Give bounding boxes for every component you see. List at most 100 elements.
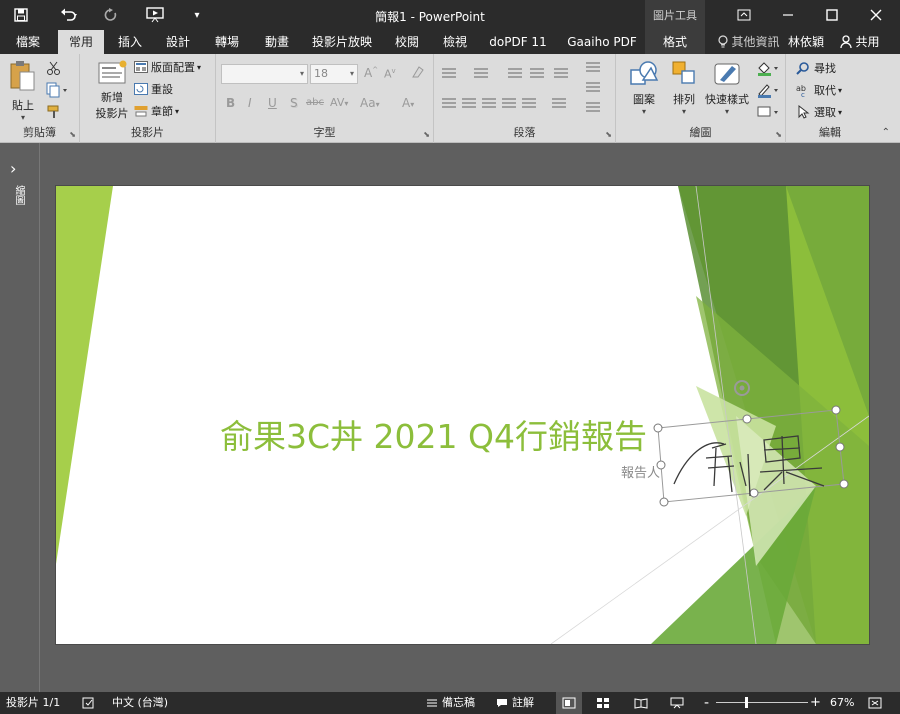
tab-home[interactable]: 常用 [58,30,104,54]
present-from-start-icon[interactable] [140,0,170,30]
strikethrough-button[interactable]: abc [306,97,324,108]
expand-thumbnails-icon[interactable]: › [10,159,16,178]
slide-subtitle[interactable]: 報告人 [621,462,660,481]
resize-handle-bottom[interactable] [749,488,759,498]
reading-view-button[interactable] [634,692,648,714]
shrink-font-button[interactable]: Av [384,67,396,81]
resize-handle-tr[interactable] [831,405,841,415]
reset-button[interactable]: 重設 [134,81,173,97]
thumbnails-label: 縮圖 [13,185,24,205]
share-button[interactable]: 共用 [834,30,886,54]
font-launcher-icon[interactable]: ⬊ [423,130,430,139]
spelling-check-icon[interactable] [82,692,96,714]
tell-me-box[interactable]: 其他資訊 [712,30,786,54]
bullets-icon[interactable] [442,68,456,80]
grow-font-button[interactable]: A^ [364,66,378,80]
layout-button[interactable]: 版面配置 ▾ [134,59,201,75]
resize-handle-tl[interactable] [653,423,663,433]
user-name[interactable]: 林依穎 [786,30,826,54]
tab-format[interactable]: 格式 [645,30,705,54]
distributed-icon[interactable] [522,98,536,110]
justify-icon[interactable] [502,98,516,110]
zoom-percent[interactable]: 67% [830,692,854,714]
shape-fill-button[interactable] [756,60,780,76]
tab-file[interactable]: 檔案 [6,30,50,54]
slide-count[interactable]: 投影片 1/1 [6,692,60,714]
clipboard-launcher-icon[interactable]: ⬊ [69,130,76,139]
normal-view-button[interactable] [556,692,582,714]
comments-button[interactable]: 註解 [496,692,534,714]
find-button[interactable]: 尋找 [796,60,836,76]
numbering-icon[interactable] [474,68,488,80]
slide-title[interactable]: 俞果3C丼 2021 Q4行銷報告 [220,410,647,458]
resize-handle-br[interactable] [839,479,849,489]
ribbon-display-options-icon[interactable] [722,0,766,30]
character-spacing-button[interactable]: AV▾ [330,96,348,109]
slide-canvas[interactable]: 俞果3C丼 2021 Q4行銷報告 報告人 [56,186,869,644]
font-size-combo[interactable]: 18 ▾ [310,64,358,84]
underline-button[interactable]: U [268,96,277,110]
tab-dopdf[interactable]: doPDF 11 [484,30,552,54]
resize-handle-top[interactable] [742,414,752,424]
replace-button[interactable]: ab c 取代 ▾ [796,82,842,98]
drawing-launcher-icon[interactable]: ⬊ [775,130,782,139]
slideshow-button[interactable] [670,692,684,714]
italic-button[interactable]: I [248,96,252,110]
quick-styles-button[interactable]: 快速樣式 ▾ [702,60,752,116]
align-text-icon[interactable] [586,82,600,94]
save-icon[interactable] [6,0,36,30]
section-button[interactable]: 章節 ▾ [134,103,179,119]
paste-button[interactable]: 貼上 ▾ [8,60,38,122]
format-painter-button[interactable] [46,104,62,120]
shapes-button[interactable]: 圖案 ▾ [624,60,664,116]
text-direction-icon[interactable] [586,62,600,74]
cut-button[interactable] [46,60,62,76]
zoom-in-button[interactable]: + [810,692,821,714]
tab-gaaiho-pdf[interactable]: Gaaiho PDF [560,30,644,54]
slide-sorter-button[interactable] [596,692,610,714]
change-case-button[interactable]: Aa▾ [360,96,380,110]
close-icon[interactable] [854,0,898,30]
text-shadow-button[interactable]: S [290,96,298,110]
align-center-icon[interactable] [462,98,476,110]
decrease-indent-icon[interactable] [508,68,522,80]
copy-button[interactable] [46,82,68,98]
collapse-ribbon-icon[interactable]: ⌃ [882,127,890,138]
smartart-icon[interactable] [586,102,600,114]
align-left-icon[interactable] [442,98,456,110]
select-button[interactable]: 選取 ▾ [796,104,842,120]
tab-review[interactable]: 校閱 [386,30,428,54]
maximize-icon[interactable] [810,0,854,30]
undo-icon[interactable] [54,0,84,30]
zoom-slider[interactable] [716,692,808,714]
font-color-button[interactable]: A▾ [402,96,414,110]
redo-icon[interactable] [96,0,126,30]
tab-insert[interactable]: 插入 [110,30,150,54]
paragraph-launcher-icon[interactable]: ⬊ [605,130,612,139]
customize-qat-icon[interactable]: ▾ [182,0,212,30]
zoom-slider-thumb[interactable] [745,697,748,708]
fit-slide-button[interactable] [868,692,882,714]
increase-indent-icon[interactable] [530,68,544,80]
columns-icon[interactable] [552,98,566,110]
minimize-icon[interactable] [766,0,810,30]
line-spacing-icon[interactable] [554,68,568,80]
notes-button[interactable]: 備忘稿 [426,692,475,714]
tab-view[interactable]: 檢視 [434,30,476,54]
clear-format-icon[interactable] [410,65,426,82]
resize-handle-bl[interactable] [659,497,669,507]
tab-transitions[interactable]: 轉場 [206,30,248,54]
shape-outline-button[interactable] [756,82,780,98]
tab-slideshow[interactable]: 投影片放映 [306,30,378,54]
zoom-out-button[interactable]: - [704,692,709,714]
align-right-icon[interactable] [482,98,496,110]
language-indicator[interactable]: 中文 (台灣) [112,692,168,714]
tab-design[interactable]: 設計 [158,30,198,54]
tab-animations[interactable]: 動畫 [256,30,298,54]
font-name-combo[interactable]: ▾ [221,64,308,84]
new-slide-button[interactable]: 新增 投影片 [86,60,138,121]
bold-button[interactable]: B [226,96,235,110]
shape-effects-button[interactable] [756,104,780,120]
arrange-button[interactable]: 排列 ▾ [666,60,702,116]
resize-handle-right[interactable] [835,442,845,452]
